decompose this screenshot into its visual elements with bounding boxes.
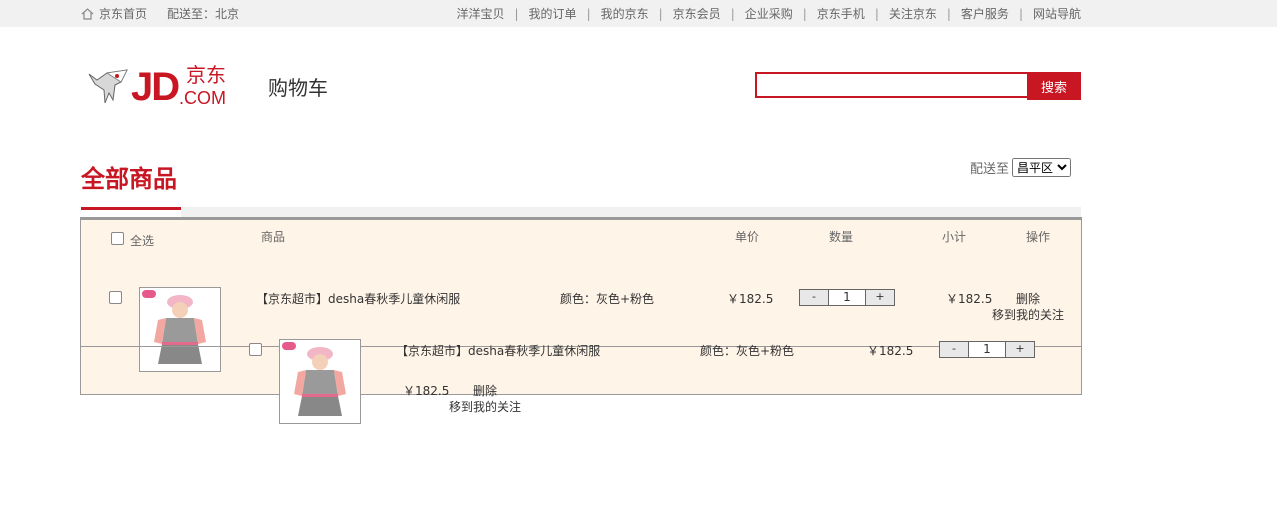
top-link-my-jd[interactable]: 我的京东: [601, 5, 649, 22]
header-select-all: 全选: [111, 228, 154, 249]
item-subtotal: ￥182.5: [946, 292, 993, 306]
jd-dog-mascot-icon: [88, 69, 128, 104]
header-product: 商品: [261, 230, 286, 244]
item-price: ￥182.5: [867, 344, 914, 358]
item-attributes: 颜色：灰色+粉色: [560, 292, 655, 306]
select-all-label: 全选: [130, 234, 155, 248]
home-icon: [81, 7, 94, 20]
top-link-service[interactable]: 客户服务: [961, 5, 1009, 22]
svg-text:.COM: .COM: [179, 88, 226, 108]
cart-section-title[interactable]: 全部商品: [81, 159, 177, 194]
district-select[interactable]: 昌平区: [1012, 158, 1072, 177]
cart-table: 全选 商品 单价 数量 小计 操作 【京东超市】desha春秋季儿童休闲服 颜色…: [80, 217, 1082, 424]
item-checkbox[interactable]: [109, 291, 122, 304]
top-link-sitemap[interactable]: 网站导航: [1033, 5, 1081, 22]
jd-home-link[interactable]: 京东首页: [99, 5, 147, 22]
move-to-favorites-link[interactable]: 移到我的关注: [449, 398, 521, 415]
delete-link[interactable]: 删除: [1016, 290, 1040, 307]
qty-minus-button[interactable]: -: [939, 341, 969, 358]
item-attributes: 颜色：灰色+粉色: [700, 344, 795, 358]
item-price: ￥182.5: [727, 292, 774, 306]
search-button[interactable]: 搜索: [1027, 72, 1081, 100]
search-input[interactable]: [755, 72, 1029, 98]
svg-text:JD: JD: [131, 65, 179, 109]
item-subtotal: ￥182.5: [403, 384, 450, 398]
header-actions: 操作: [1026, 230, 1051, 244]
product-image[interactable]: [279, 339, 361, 424]
select-all-checkbox[interactable]: [111, 232, 124, 245]
qty-plus-button[interactable]: +: [1005, 341, 1035, 358]
header-unit-price: 单价: [735, 230, 760, 244]
quantity-stepper: - 1 +: [939, 341, 1035, 358]
search-bar: 搜索: [755, 72, 1081, 100]
top-bar-left: 京东首页 配送至：北京: [81, 0, 239, 27]
qty-input[interactable]: 1: [829, 289, 865, 306]
top-link-user[interactable]: 洋洋宝贝: [456, 5, 504, 22]
quantity-stepper: - 1 +: [799, 289, 895, 306]
header-subtotal: 小计: [942, 230, 967, 244]
top-bar: 京东首页 配送至：北京 洋洋宝贝 | 我的订单 | 我的京东 | 京东会员 | 企业采购…: [0, 0, 1277, 27]
product-image[interactable]: [139, 287, 221, 372]
top-link-mobile[interactable]: 京东手机: [817, 5, 865, 22]
deliver-label: 配送至: [970, 162, 1010, 177]
item-name[interactable]: 【京东超市】desha春秋季儿童休闲服: [396, 342, 600, 359]
top-link-membership[interactable]: 京东会员: [673, 5, 721, 22]
title-bar: [181, 207, 1081, 217]
delete-link[interactable]: 删除: [473, 382, 497, 399]
qty-plus-button[interactable]: +: [865, 289, 895, 306]
top-link-follow[interactable]: 关注京东: [889, 5, 937, 22]
page-title: 购物车: [268, 76, 328, 100]
jd-logo[interactable]: JD 京东 .COM: [87, 60, 252, 110]
delivery-location[interactable]: 配送至：北京: [167, 5, 239, 22]
item-name[interactable]: 【京东超市】desha春秋季儿童休闲服: [256, 290, 460, 307]
delivery-selector: 配送至 昌平区: [970, 158, 1072, 177]
item-checkbox[interactable]: [249, 343, 262, 356]
move-to-favorites-link[interactable]: 移到我的关注: [992, 306, 1064, 323]
top-link-enterprise[interactable]: 企业采购: [745, 5, 793, 22]
qty-input[interactable]: 1: [969, 341, 1005, 358]
title-underline: [81, 207, 181, 210]
header-quantity: 数量: [829, 230, 854, 244]
svg-text:京东: 京东: [186, 63, 226, 87]
top-link-orders[interactable]: 我的订单: [529, 5, 577, 22]
top-nav: 洋洋宝贝 | 我的订单 | 我的京东 | 京东会员 | 企业采购 | 京东手机 | 关注京东…: [456, 5, 1081, 22]
qty-minus-button[interactable]: -: [799, 289, 829, 306]
